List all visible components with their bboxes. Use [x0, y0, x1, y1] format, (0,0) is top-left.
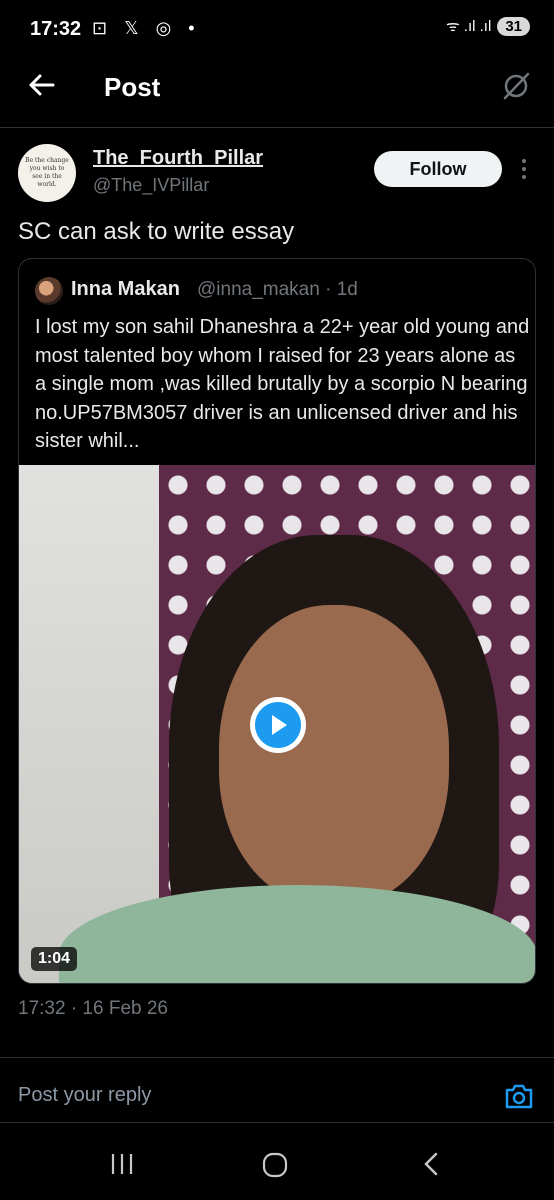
author-avatar[interactable]: Be the change you wish to see in the wor…	[18, 144, 76, 202]
reply-input[interactable]: Post your reply	[18, 1084, 151, 1107]
camera-icon[interactable]	[504, 1081, 534, 1111]
header-divider	[0, 127, 554, 128]
reply-divider-top	[0, 1057, 554, 1058]
play-button[interactable]	[250, 697, 306, 753]
page-title: Post	[104, 72, 161, 102]
signal-icon: ᯤ .ıl .ıl	[445, 18, 492, 35]
status-notification-icons: ⊡ 𝕏 ◎ •	[92, 18, 201, 38]
status-right: ᯤ .ıl .ıl 31	[446, 16, 530, 36]
post-text: SC can ask to write essay	[18, 218, 295, 245]
quoted-post-text: I lost my son sahil Dhaneshra a 22+ year…	[35, 316, 530, 452]
author-name[interactable]: The_Fourth_Pillar	[93, 147, 263, 170]
video-person-face	[219, 605, 449, 905]
status-time: 17:32	[30, 18, 82, 40]
grok-icon[interactable]	[500, 70, 532, 102]
play-icon	[272, 715, 287, 735]
quoted-author-name: Inna Makan	[71, 278, 180, 300]
follow-button[interactable]: Follow	[374, 151, 502, 187]
nav-back-icon[interactable]	[420, 1152, 444, 1176]
recent-apps-icon[interactable]	[110, 1152, 134, 1176]
more-options-icon[interactable]	[518, 157, 530, 181]
back-arrow-icon[interactable]	[26, 70, 56, 100]
author-handle[interactable]: @The_IVPillar	[93, 175, 209, 196]
video-player[interactable]: 1:04	[19, 465, 535, 983]
quoted-post-card[interactable]: Inna Makan @inna_makan · 1d I lost my so…	[18, 258, 536, 984]
quoted-author-avatar	[35, 277, 63, 305]
reply-divider-bottom	[0, 1122, 554, 1123]
quoted-author-handle: @inna_makan · 1d	[197, 279, 358, 300]
avatar-text: Be the change you wish to see in the wor…	[25, 157, 69, 188]
home-icon[interactable]	[262, 1152, 288, 1178]
post-timestamp: 17:32 · 16 Feb 26	[18, 998, 168, 1019]
battery-icon: 31	[497, 16, 530, 36]
video-duration-badge: 1:04	[31, 947, 78, 971]
